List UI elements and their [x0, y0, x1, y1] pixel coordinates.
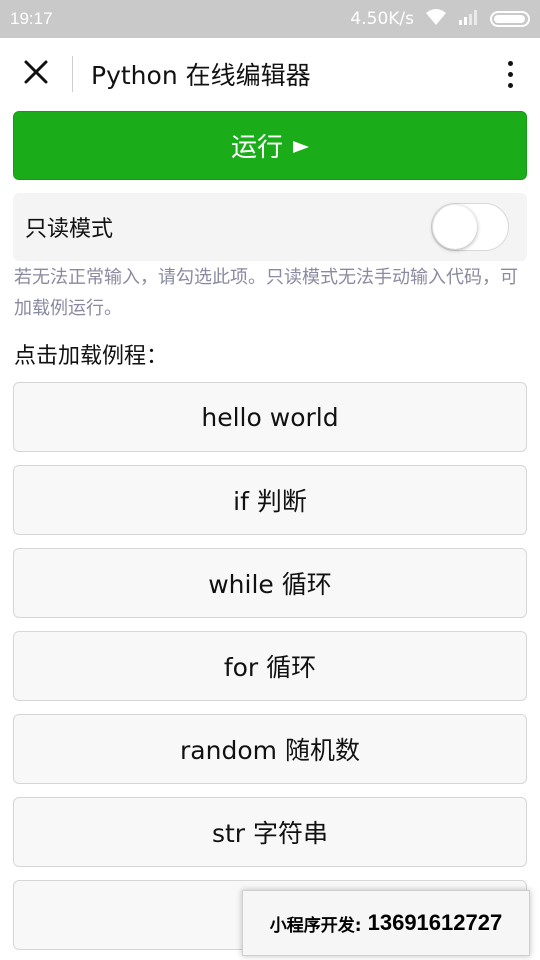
example-list: hello world if 判断 while 循环 for 循环 random…	[13, 382, 527, 960]
wifi-icon	[424, 8, 448, 31]
toggle-knob	[433, 205, 477, 249]
watermark-phone: 13691612727	[367, 910, 503, 935]
network-speed: 4.50K/s	[350, 9, 414, 29]
nav-divider	[72, 56, 73, 92]
example-button-hello-world[interactable]: hello world	[13, 382, 527, 452]
nav-bar: Python 在线编辑器	[0, 38, 540, 110]
example-button-str[interactable]: str 字符串	[13, 797, 527, 867]
signal-icon	[458, 9, 480, 30]
more-vertical-icon-dot	[507, 60, 513, 66]
examples-label: 点击加载例程：	[14, 344, 169, 369]
readonly-hint: 若无法正常输入，请勾选此项。只读模式无法手动输入代码，可加载例运行。	[14, 267, 518, 319]
example-button-if[interactable]: if 判断	[13, 465, 527, 535]
readonly-label: 只读模式	[25, 217, 114, 242]
battery-icon	[490, 11, 530, 27]
example-button-for[interactable]: for 循环	[13, 631, 527, 701]
watermark-banner: 小程序开发: 13691612727	[242, 890, 530, 956]
more-vertical-icon-dot	[507, 71, 513, 77]
example-button-while[interactable]: while 循环	[13, 548, 527, 618]
status-time: 19:17	[10, 9, 53, 28]
run-button-label: 运行	[230, 133, 283, 163]
close-icon	[23, 59, 49, 89]
close-button[interactable]	[0, 38, 72, 110]
play-arrow-icon	[293, 140, 309, 153]
page-title: Python 在线编辑器	[91, 61, 311, 90]
watermark-label: 小程序开发:	[269, 915, 362, 936]
readonly-row: 只读模式	[13, 193, 527, 261]
run-button[interactable]: 运行	[13, 111, 527, 180]
status-bar: 19:17 4.50K/s	[0, 0, 540, 38]
more-vertical-icon-dot	[507, 82, 513, 88]
status-right: 4.50K/s	[350, 8, 530, 31]
readonly-toggle[interactable]	[431, 203, 509, 251]
example-button-random[interactable]: random 随机数	[13, 714, 527, 784]
more-button[interactable]	[480, 38, 540, 110]
